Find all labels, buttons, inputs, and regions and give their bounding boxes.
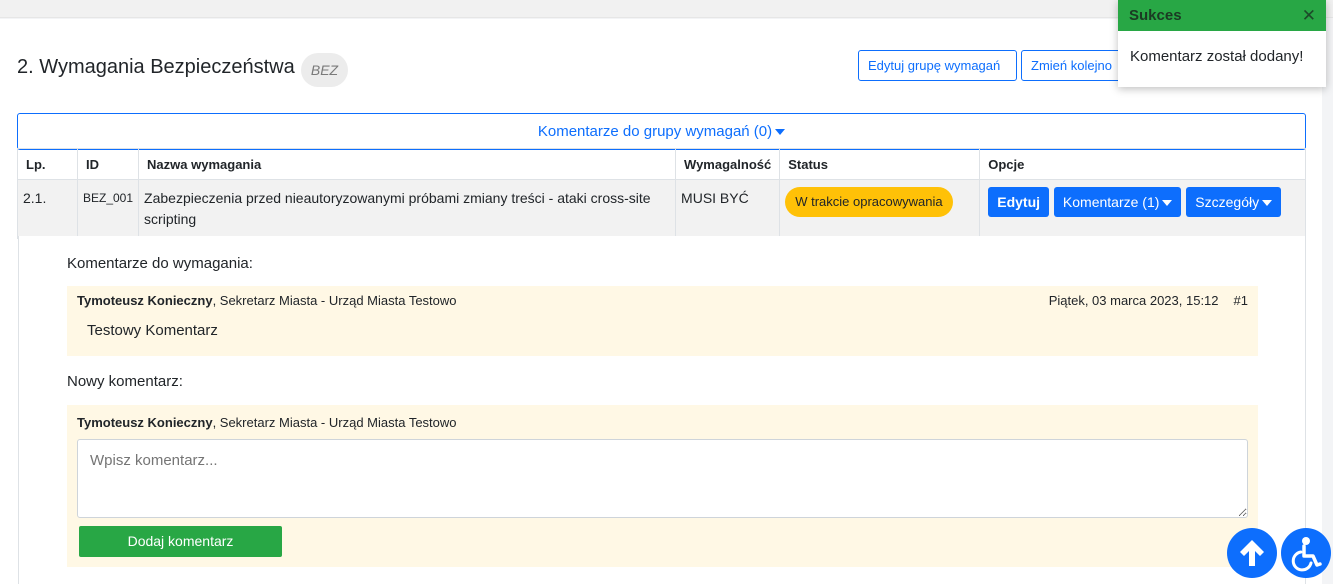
new-comment-author-role: , Sekretarz Miasta - Urząd Miasta Testow… bbox=[212, 415, 457, 430]
caret-down-icon bbox=[1262, 200, 1273, 207]
col-header-id: ID bbox=[76, 148, 140, 180]
status-badge: W trakcie opracowywania bbox=[785, 187, 953, 217]
table-row: 2.1. BEZ_001 Zabezpieczenia przed nieaut… bbox=[17, 179, 1306, 239]
details-dropdown-button[interactable]: Szczegóły bbox=[1186, 187, 1282, 217]
col-header-name: Nazwa wymagania bbox=[138, 148, 677, 180]
col-header-lp: Lp. bbox=[17, 148, 78, 180]
col-header-status: Status bbox=[779, 148, 981, 180]
col-header-options: Opcje bbox=[979, 148, 1306, 180]
group-code-badge: BEZ bbox=[301, 53, 348, 87]
comment-number: #1 bbox=[1233, 293, 1248, 308]
group-comments-toggle-label: Komentarze do grupy wymagań (0) bbox=[537, 123, 773, 140]
new-comment-form: Tymoteusz Konieczny, Sekretarz Miasta - … bbox=[67, 405, 1258, 567]
group-comments-toggle[interactable]: Komentarze do grupy wymagań (0) bbox=[17, 113, 1306, 150]
new-comment-heading: Nowy komentarz: bbox=[67, 373, 183, 390]
cell-options: Edytuj Komentarze (1) Szczegóły bbox=[979, 179, 1306, 239]
col-header-requirement-level: Wymagalność bbox=[675, 148, 781, 180]
reorder-button[interactable]: Zmień kolejno bbox=[1021, 50, 1131, 81]
group-title: 2. Wymagania Bezpieczeństwa bbox=[17, 56, 295, 78]
wheelchair-icon bbox=[1291, 537, 1322, 572]
cell-requirement-level: MUSI BYĆ bbox=[675, 179, 781, 239]
comment-meta: Piątek, 03 marca 2023, 15:12 #1 bbox=[1049, 293, 1248, 308]
add-comment-button[interactable]: Dodaj komentarz bbox=[79, 526, 282, 557]
comments-heading: Komentarze do wymagania: bbox=[67, 255, 253, 272]
close-icon[interactable]: ✕ bbox=[1302, 0, 1316, 31]
comments-dropdown-label: Komentarze (1) bbox=[1062, 194, 1160, 210]
caret-down-icon bbox=[775, 129, 786, 136]
details-dropdown-label: Szczegóły bbox=[1195, 194, 1260, 210]
success-toast: Sukces ✕ Komentarz został dodany! bbox=[1118, 0, 1326, 87]
cell-lp: 2.1. bbox=[17, 179, 78, 239]
comment-author-role: , Sekretarz Miasta - Urząd Miasta Testow… bbox=[212, 293, 457, 308]
caret-down-icon bbox=[1162, 200, 1173, 207]
comment-date: Piątek, 03 marca 2023, 15:12 bbox=[1048, 293, 1219, 308]
requirement-details-panel: Komentarze do wymagania: Tymoteusz Konie… bbox=[18, 236, 1306, 584]
accessibility-button[interactable] bbox=[1281, 528, 1331, 578]
comment-textarea[interactable] bbox=[77, 439, 1248, 518]
edit-requirement-button[interactable]: Edytuj bbox=[988, 187, 1050, 217]
cell-name: Zabezpieczenia przed nieautoryzowanymi p… bbox=[138, 179, 677, 239]
new-comment-author-name: Tymoteusz Konieczny bbox=[77, 415, 213, 430]
comment-item: Tymoteusz Konieczny, Sekretarz Miasta - … bbox=[67, 286, 1258, 356]
comments-dropdown-button[interactable]: Komentarze (1) bbox=[1053, 187, 1182, 217]
edit-group-button[interactable]: Edytuj grupę wymagań bbox=[858, 50, 1017, 81]
cell-status: W trakcie opracowywania bbox=[779, 179, 981, 239]
table-header-row: Lp. ID Nazwa wymagania Wymagalność Statu… bbox=[17, 148, 1306, 180]
scroll-top-button[interactable] bbox=[1227, 528, 1277, 578]
toast-message: Komentarz został dodany! bbox=[1130, 48, 1304, 65]
comment-author-name: Tymoteusz Konieczny bbox=[77, 293, 213, 308]
cell-id: BEZ_001 bbox=[76, 179, 140, 239]
comment-text: Testowy Komentarz bbox=[87, 322, 218, 339]
new-comment-author: Tymoteusz Konieczny, Sekretarz Miasta - … bbox=[77, 415, 457, 430]
requirements-table: Lp. ID Nazwa wymagania Wymagalność Statu… bbox=[17, 148, 1306, 239]
toast-title: Sukces bbox=[1129, 7, 1182, 24]
toast-header: Sukces ✕ bbox=[1118, 0, 1326, 31]
comment-author: Tymoteusz Konieczny, Sekretarz Miasta - … bbox=[77, 293, 457, 308]
arrow-up-icon bbox=[1240, 540, 1264, 566]
